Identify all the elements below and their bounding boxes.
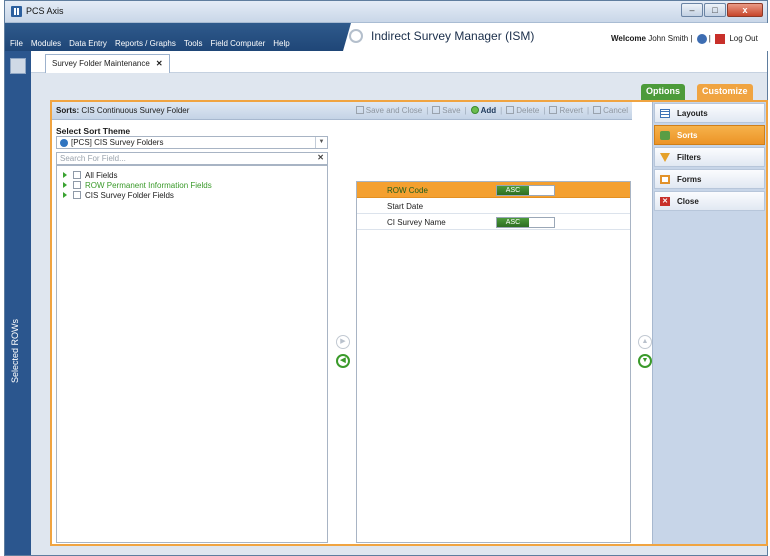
add-icon: [470, 106, 479, 114]
main-content: Options Customize Sorts: CIS Continuous …: [31, 73, 768, 555]
checkbox[interactable]: [73, 181, 81, 189]
menu-modules[interactable]: Modules: [31, 39, 61, 48]
save-button[interactable]: Save: [432, 106, 461, 115]
menu-file[interactable]: File: [10, 39, 23, 48]
globe-icon: [60, 139, 68, 147]
clear-search-icon[interactable]: ✕: [317, 153, 324, 162]
move-up-icon[interactable]: ▲: [638, 335, 652, 349]
search-placeholder: Search For Field...: [60, 154, 126, 163]
panel-title: Sorts: CIS Continuous Survey Folder: [56, 106, 190, 115]
checkbox[interactable]: [73, 171, 81, 179]
sort-row[interactable]: ROW Code ASC: [357, 182, 630, 198]
maximize-button[interactable]: □: [704, 3, 726, 17]
customize-nav: Layouts Sorts Filters Forms ✕ Close: [652, 102, 766, 544]
menu-help[interactable]: Help: [273, 39, 289, 48]
sort-row[interactable]: Start Date: [357, 198, 630, 214]
app-window: PCS Axis – □ x File Modules Data Entry R…: [4, 0, 770, 556]
customize-tab[interactable]: Customize: [697, 84, 753, 100]
save-and-close-button[interactable]: Save and Close: [355, 106, 422, 115]
nav-layouts[interactable]: Layouts: [654, 103, 765, 123]
checkbox[interactable]: [73, 191, 81, 199]
user-name: John Smith: [648, 34, 689, 44]
panel-toolbar: Save and Close | Save | Add | Delete | Rever…: [355, 106, 628, 115]
sort-theme-label: Select Sort Theme: [56, 126, 131, 136]
field-tree: All Fields ROW Permanent Information Fie…: [63, 170, 212, 200]
sort-theme-value: [PCS] CIS Survey Folders: [71, 138, 164, 147]
tab-survey-folder-maintenance[interactable]: Survey Folder Maintenance ✕: [45, 54, 170, 73]
nav-close[interactable]: ✕ Close: [654, 191, 765, 211]
sort-order-toggle[interactable]: ASC: [496, 217, 555, 228]
field-search-input[interactable]: Search For Field... ✕: [56, 152, 328, 165]
module-header: Indirect Survey Manager (ISM): [349, 24, 649, 48]
minimize-button[interactable]: –: [681, 3, 703, 17]
cancel-button[interactable]: Cancel: [593, 106, 628, 115]
module-title: Indirect Survey Manager (ISM): [371, 29, 535, 43]
nav-filters[interactable]: Filters: [654, 147, 765, 167]
sorts-icon: [660, 131, 670, 140]
tab-label: Survey Folder Maintenance: [52, 59, 150, 68]
move-right-icon[interactable]: ▶: [336, 335, 350, 349]
forms-icon: [660, 175, 670, 184]
menu-field-computer[interactable]: Field Computer: [211, 39, 266, 48]
nav-forms[interactable]: Forms: [654, 169, 765, 189]
selected-rows-toggle[interactable]: Selected ROWs: [10, 311, 26, 391]
sort-row[interactable]: CI Survey Name ASC: [357, 214, 630, 230]
expand-icon[interactable]: [63, 182, 67, 188]
module-ring-icon: [349, 29, 363, 43]
help-icon[interactable]: [696, 34, 707, 44]
revert-icon: [549, 106, 558, 114]
move-left-icon[interactable]: ◀: [336, 354, 350, 368]
close-icon: ✕: [660, 197, 670, 206]
move-down-icon[interactable]: ▼: [638, 354, 652, 368]
sort-fields-list: ROW Code ASC Start Date CI Survey Name A…: [356, 181, 631, 543]
save-icon: [432, 106, 441, 114]
title-bar: PCS Axis – □ x: [5, 1, 767, 23]
expand-icon[interactable]: [63, 192, 67, 198]
tree-node-all-fields[interactable]: All Fields: [63, 170, 212, 180]
sort-order-toggle[interactable]: ASC: [496, 185, 555, 196]
save-close-icon: [355, 106, 364, 114]
logout-icon[interactable]: [715, 34, 726, 44]
filters-icon: [660, 153, 670, 162]
revert-button[interactable]: Revert: [549, 106, 583, 115]
expand-icon[interactable]: [63, 172, 67, 178]
sorts-panel: Sorts: CIS Continuous Survey Folder Save…: [50, 100, 768, 546]
document-tabs: Survey Folder Maintenance ✕: [31, 51, 767, 73]
search-icon[interactable]: [10, 58, 26, 74]
app-title: PCS Axis: [26, 6, 64, 16]
menu-reports-graphs[interactable]: Reports / Graphs: [115, 39, 176, 48]
chevron-down-icon[interactable]: ▼: [315, 137, 327, 148]
menu-tools[interactable]: Tools: [184, 39, 203, 48]
add-button[interactable]: Add: [470, 106, 496, 115]
delete-button[interactable]: Delete: [506, 106, 539, 115]
panel-header: Sorts: CIS Continuous Survey Folder Save…: [52, 102, 632, 120]
close-window-button[interactable]: x: [727, 3, 763, 17]
window-controls: – □ x: [681, 3, 763, 17]
menu-data-entry[interactable]: Data Entry: [69, 39, 107, 48]
welcome-area: Welcome John Smith | | Log Out: [611, 34, 758, 44]
app-logo-icon: [11, 6, 22, 17]
sort-theme-select[interactable]: [PCS] CIS Survey Folders ▼: [56, 136, 328, 149]
tree-node-cis-fields[interactable]: CIS Survey Folder Fields: [63, 190, 212, 200]
tree-node-row-permanent[interactable]: ROW Permanent Information Fields: [63, 180, 212, 190]
cancel-icon: [593, 106, 602, 114]
logout-link[interactable]: Log Out: [729, 34, 757, 43]
options-tab[interactable]: Options: [641, 84, 685, 100]
layouts-icon: [660, 109, 670, 118]
main-menu: File Modules Data Entry Reports / Graphs…: [10, 39, 290, 48]
left-sidebar: Selected ROWs: [5, 51, 31, 555]
tab-close-icon[interactable]: ✕: [156, 59, 163, 68]
welcome-label: Welcome: [611, 34, 646, 44]
available-fields-list: All Fields ROW Permanent Information Fie…: [56, 165, 328, 543]
nav-sorts[interactable]: Sorts: [654, 125, 765, 145]
delete-icon: [506, 106, 515, 114]
